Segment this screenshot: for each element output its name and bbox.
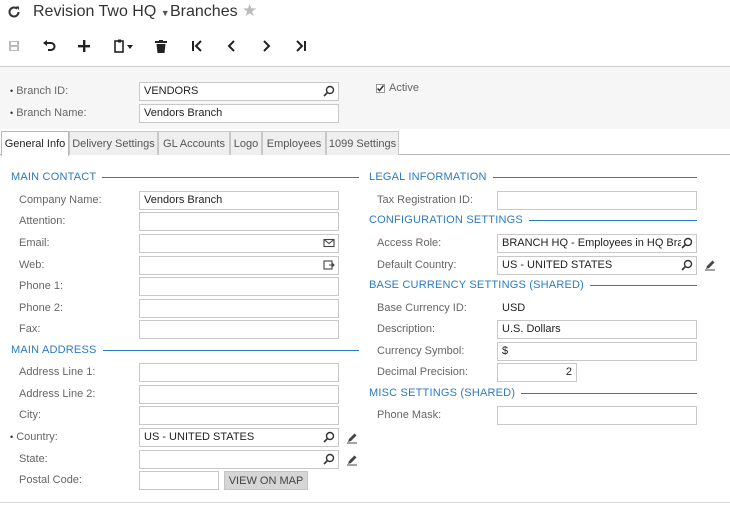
branch-id-label: • Branch ID: bbox=[10, 85, 69, 97]
phone1-label: Phone 1: bbox=[19, 280, 64, 292]
tab-1099-settings[interactable]: 1099 Settings bbox=[326, 131, 399, 155]
company-name-label: Company Name: bbox=[19, 194, 102, 206]
configuration-settings-heading: CONFIGURATION SETTINGS bbox=[369, 214, 697, 226]
base-currency-heading: BASE CURRENCY SETTINGS (SHARED) bbox=[369, 279, 697, 291]
phone1-field[interactable] bbox=[139, 277, 339, 296]
next-icon[interactable] bbox=[255, 36, 277, 56]
postal-code-field[interactable] bbox=[139, 471, 219, 490]
country-field[interactable]: US - UNITED STATES bbox=[139, 428, 339, 447]
address1-label: Address Line 1: bbox=[19, 366, 96, 378]
tab-delivery-settings[interactable]: Delivery Settings bbox=[69, 131, 158, 155]
branch-id-field[interactable]: VENDORS bbox=[139, 82, 339, 101]
tax-registration-label: Tax Registration ID: bbox=[377, 194, 473, 206]
link-icon[interactable] bbox=[323, 259, 335, 271]
currency-symbol-field[interactable]: $ bbox=[497, 342, 697, 361]
search-icon[interactable] bbox=[323, 431, 335, 443]
company-name: Revision Two HQ bbox=[33, 3, 157, 20]
search-icon[interactable] bbox=[681, 237, 693, 249]
postal-code-label: Postal Code: bbox=[19, 474, 82, 486]
tab-gl-accounts[interactable]: GL Accounts bbox=[158, 131, 230, 155]
currency-symbol-label: Currency Symbol: bbox=[377, 345, 465, 357]
access-role-field[interactable]: BRANCH HQ - Employees in HQ Bra bbox=[497, 234, 697, 253]
tax-registration-field[interactable] bbox=[497, 191, 697, 210]
screen-title: Branches bbox=[170, 3, 238, 20]
search-icon[interactable] bbox=[323, 85, 335, 97]
email-field[interactable] bbox=[139, 234, 339, 253]
active-checkbox[interactable] bbox=[376, 84, 385, 93]
state-field[interactable] bbox=[139, 450, 339, 469]
tab-general-info[interactable]: General Info bbox=[1, 131, 69, 156]
decimal-precision-field[interactable]: 2 bbox=[497, 363, 577, 382]
address1-field[interactable] bbox=[139, 363, 339, 382]
base-currency-id-value: USD bbox=[502, 302, 526, 314]
misc-settings-heading: MISC SETTINGS (SHARED) bbox=[369, 387, 697, 399]
main-contact-heading: MAIN CONTACT bbox=[11, 171, 359, 183]
undo-icon[interactable] bbox=[38, 36, 60, 56]
company-selector[interactable]: Revision Two HQ ▼ bbox=[33, 3, 170, 21]
web-label: Web: bbox=[19, 259, 45, 271]
prev-icon[interactable] bbox=[221, 36, 243, 56]
mail-icon[interactable] bbox=[323, 237, 335, 249]
default-country-label: Default Country: bbox=[377, 259, 457, 271]
chevron-down-icon: ▼ bbox=[160, 8, 170, 18]
branch-name-field[interactable]: Vendors Branch bbox=[139, 104, 339, 123]
header-panel bbox=[0, 67, 730, 129]
fax-label: Fax: bbox=[19, 323, 41, 335]
address2-label: Address Line 2: bbox=[19, 388, 96, 400]
add-icon[interactable] bbox=[73, 36, 95, 56]
address2-field[interactable] bbox=[139, 385, 339, 404]
legal-info-heading: LEGAL INFORMATION bbox=[369, 171, 697, 183]
description-field[interactable]: U.S. Dollars bbox=[497, 320, 697, 339]
decimal-precision-label: Decimal Precision: bbox=[377, 366, 469, 378]
refresh-icon[interactable] bbox=[7, 5, 21, 19]
edit-icon[interactable] bbox=[346, 432, 358, 444]
delete-icon[interactable] bbox=[150, 36, 172, 56]
web-field[interactable] bbox=[139, 256, 339, 275]
description-label: Description: bbox=[377, 323, 436, 335]
edit-icon[interactable] bbox=[704, 259, 716, 271]
tab-employees[interactable]: Employees bbox=[262, 131, 326, 155]
city-field[interactable] bbox=[139, 406, 339, 425]
content-bottom-divider bbox=[0, 502, 730, 503]
city-label: City: bbox=[19, 409, 41, 421]
first-icon[interactable] bbox=[186, 36, 208, 56]
copy-paste-icon[interactable] bbox=[109, 36, 139, 56]
phone-mask-field[interactable] bbox=[497, 406, 697, 425]
search-icon[interactable] bbox=[681, 259, 693, 271]
main-address-heading: MAIN ADDRESS bbox=[11, 344, 359, 356]
attention-field[interactable] bbox=[139, 212, 339, 231]
default-country-field[interactable]: US - UNITED STATES bbox=[497, 256, 697, 275]
branch-name-label: • Branch Name: bbox=[10, 107, 87, 119]
phone-mask-label: Phone Mask: bbox=[377, 409, 442, 421]
fax-field[interactable] bbox=[139, 320, 339, 339]
search-icon[interactable] bbox=[323, 453, 335, 465]
state-label: State: bbox=[19, 453, 48, 465]
access-role-label: Access Role: bbox=[377, 237, 442, 249]
tab-logo[interactable]: Logo bbox=[230, 131, 262, 155]
country-label: • Country: bbox=[10, 431, 58, 443]
base-currency-id-label: Base Currency ID: bbox=[377, 302, 467, 314]
edit-icon[interactable] bbox=[346, 454, 358, 466]
last-icon[interactable] bbox=[290, 36, 312, 56]
phone2-field[interactable] bbox=[139, 299, 339, 318]
company-name-field[interactable]: Vendors Branch bbox=[139, 191, 339, 210]
star-icon[interactable]: ★ bbox=[242, 1, 257, 21]
save-icon[interactable] bbox=[3, 36, 25, 56]
email-label: Email: bbox=[19, 237, 50, 249]
attention-label: Attention: bbox=[19, 215, 66, 227]
phone2-label: Phone 2: bbox=[19, 302, 64, 314]
active-label: Active bbox=[389, 82, 419, 94]
view-on-map-button[interactable]: VIEW ON MAP bbox=[224, 471, 308, 490]
